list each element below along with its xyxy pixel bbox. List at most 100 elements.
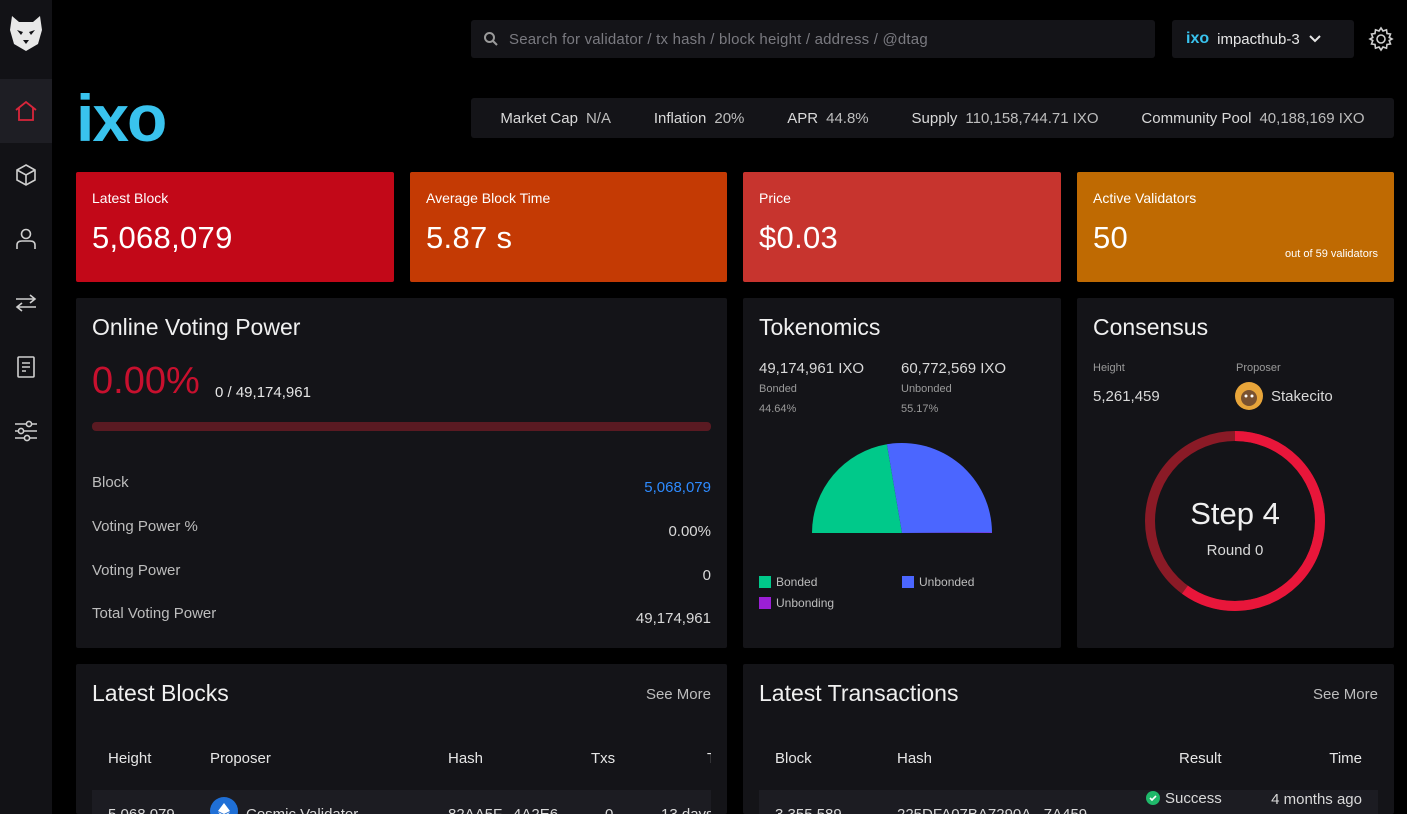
stat-inflation: Inflation 20% bbox=[653, 109, 745, 127]
bonded-amount: 49,174,961 IXO bbox=[759, 360, 865, 377]
table-row[interactable] bbox=[92, 790, 711, 814]
app-logo[interactable] bbox=[0, 0, 52, 66]
height-label: Height bbox=[1093, 362, 1125, 374]
proposer-label: Proposer bbox=[1236, 362, 1281, 374]
tokenomics-panel: Tokenomics 49,174,961 IXO Bonded 44.64% … bbox=[743, 298, 1061, 648]
network-brand-logo: ixo bbox=[1186, 30, 1210, 47]
bonded-percent: 44.64% bbox=[759, 403, 797, 415]
proposer-avatar bbox=[1235, 382, 1263, 410]
transfer-arrows-icon bbox=[15, 294, 37, 312]
proposer-link[interactable]: Stakecito bbox=[1271, 388, 1333, 405]
row-label: Block bbox=[92, 474, 129, 491]
pie-slice-unbonded bbox=[886, 443, 992, 533]
consensus-step: Step 4 bbox=[1190, 496, 1280, 531]
card-subtext: out of 59 validators bbox=[1285, 248, 1378, 260]
home-icon bbox=[15, 100, 37, 121]
voting-power-percent: 0.00% bbox=[92, 360, 200, 402]
card-title: Average Block Time bbox=[426, 190, 551, 206]
tx-result: Success bbox=[1165, 790, 1222, 807]
tx-time: 4 months ago bbox=[1271, 791, 1362, 808]
latest-transactions-panel: Latest Transactions See More Block Hash … bbox=[743, 664, 1394, 814]
proposer-link[interactable]: Cosmic Validator bbox=[246, 806, 358, 814]
stat-apr: APR 44.8% bbox=[787, 109, 869, 127]
tx-hash-link[interactable]: 225DFA07BA7290A...7A459 bbox=[897, 806, 1087, 814]
card-title: Price bbox=[759, 190, 791, 206]
unbonded-amount: 60,772,569 IXO bbox=[901, 360, 1007, 377]
nav-params[interactable] bbox=[0, 399, 52, 463]
block-time: 13 days bbox=[661, 806, 711, 814]
search-input[interactable] bbox=[509, 30, 1129, 48]
row-label: Voting Power bbox=[92, 562, 181, 579]
see-more-blocks-link[interactable]: See More bbox=[646, 686, 711, 703]
legend-swatch bbox=[902, 576, 914, 588]
sliders-icon bbox=[15, 420, 37, 442]
avatar-icon bbox=[1241, 390, 1257, 406]
panel-title: Online Voting Power bbox=[92, 314, 301, 340]
pie-slice-bonded bbox=[812, 444, 902, 533]
tokenomics-chart bbox=[812, 443, 992, 533]
panel-title: Latest Transactions bbox=[759, 680, 959, 706]
consensus-panel: Consensus Height 5,261,459 Proposer Stak… bbox=[1077, 298, 1394, 648]
card-title: Active Validators bbox=[1093, 190, 1197, 206]
nav-proposals[interactable] bbox=[0, 335, 52, 399]
card-active-validators: Active Validators 50 out of 59 validator… bbox=[1077, 172, 1394, 282]
document-icon bbox=[17, 356, 35, 378]
column-header: Result bbox=[1179, 750, 1222, 767]
stat-supply: Supply 110,158,744.71 IXO bbox=[911, 109, 1099, 127]
card-price: Price $0.03 bbox=[743, 172, 1061, 282]
consensus-round: Round 0 bbox=[1206, 542, 1264, 559]
network-selector[interactable]: ixo impacthub-3 bbox=[1172, 20, 1354, 58]
row-label: Voting Power % bbox=[92, 518, 198, 535]
block-hash: 82AA5F...4A2E6 bbox=[448, 806, 558, 814]
card-average-block-time: Average Block Time 5.87 s bbox=[410, 172, 727, 282]
column-header: Hash bbox=[448, 750, 484, 767]
column-header: Txs bbox=[591, 750, 616, 767]
latest-blocks-panel: Latest Blocks See More Height Proposer H… bbox=[76, 664, 727, 814]
card-value: $0.03 bbox=[759, 220, 839, 255]
search-bar[interactable] bbox=[471, 20, 1155, 58]
column-header: T bbox=[707, 750, 711, 767]
legend-unbonded: Unbonded bbox=[902, 575, 974, 589]
gear-icon[interactable] bbox=[1368, 26, 1394, 52]
bonded-label: Bonded bbox=[759, 383, 797, 395]
see-more-transactions-link[interactable]: See More bbox=[1313, 686, 1378, 703]
column-header: Block bbox=[775, 750, 812, 767]
card-value: 5.87 s bbox=[426, 220, 513, 255]
voting-power-progress-bar bbox=[92, 422, 711, 431]
column-header: Proposer bbox=[210, 750, 271, 767]
stat-community-pool: Community Pool 40,188,169 IXO bbox=[1141, 109, 1365, 127]
online-voting-power-panel: Online Voting Power 0.00% 0 / 49,174,961… bbox=[76, 298, 727, 648]
check-icon bbox=[1149, 795, 1157, 802]
block-link[interactable]: 5,068,079 bbox=[644, 479, 711, 496]
unbonded-label: Unbonded bbox=[901, 383, 952, 395]
stat-market-cap: Market Cap N/A bbox=[500, 109, 611, 127]
panel-title: Consensus bbox=[1093, 314, 1209, 340]
tx-block-link[interactable]: 3,355,589 bbox=[775, 806, 842, 814]
block-height-link[interactable]: 5,068,079 bbox=[108, 806, 175, 814]
card-latest-block: Latest Block 5,068,079 bbox=[76, 172, 394, 282]
chevron-down-icon bbox=[1308, 35, 1321, 43]
nav-validators[interactable] bbox=[0, 207, 52, 271]
column-header: Height bbox=[108, 750, 152, 767]
voting-power-fraction: 0 / 49,174,961 bbox=[215, 384, 311, 401]
sidebar bbox=[0, 0, 52, 814]
row-value: 0 bbox=[702, 567, 711, 584]
legend-unbonding: Unbonding bbox=[759, 596, 834, 610]
unbonded-percent: 55.17% bbox=[901, 403, 939, 415]
row-value: 0.00% bbox=[668, 523, 711, 540]
user-icon bbox=[16, 228, 36, 249]
legend-swatch bbox=[759, 576, 771, 588]
card-title: Latest Block bbox=[92, 190, 169, 206]
nav-blocks[interactable] bbox=[0, 143, 52, 207]
legend-bonded: Bonded bbox=[759, 575, 817, 589]
nav-home[interactable] bbox=[0, 79, 52, 143]
network-name: impacthub-3 bbox=[1217, 30, 1300, 48]
column-header: Time bbox=[1329, 750, 1362, 767]
nav-transactions[interactable] bbox=[0, 271, 52, 335]
ethereum-icon bbox=[218, 803, 230, 814]
search-icon bbox=[484, 32, 498, 46]
stats-bar: Market Cap N/A Inflation 20% APR 44.8% Supp… bbox=[471, 98, 1394, 138]
success-check-icon bbox=[1146, 791, 1160, 805]
bear-logo-icon bbox=[10, 16, 42, 51]
block-txs: 0 bbox=[605, 806, 613, 814]
